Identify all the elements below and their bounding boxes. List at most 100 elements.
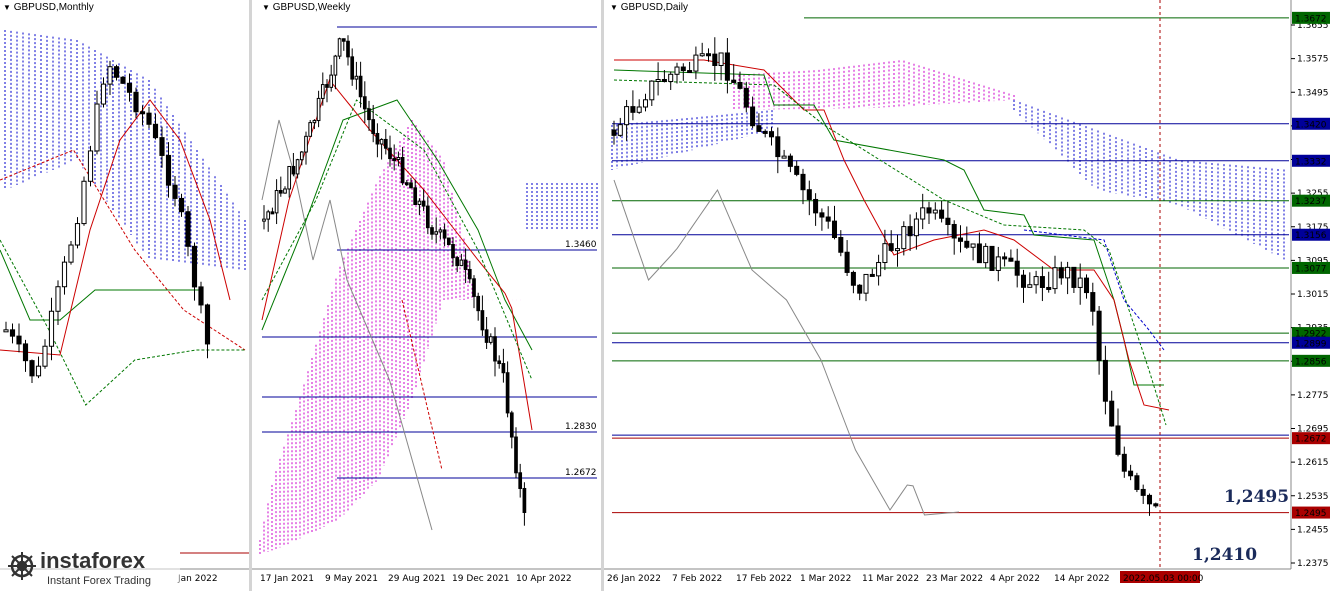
monthly-kijun: [0, 249, 200, 321]
daily-price-tick-label: 1.2775: [1297, 391, 1329, 401]
monthly-candle-bear: [178, 197, 185, 213]
weekly-candle-bull: [287, 165, 292, 190]
daily-candle-bear: [756, 125, 762, 132]
weekly-candle-bull: [354, 75, 359, 80]
monthly-candle-bear: [16, 335, 22, 345]
daily-price-tag-label: 1.3420: [1295, 120, 1327, 130]
daily-candle-bull: [863, 273, 869, 294]
daily-price-tag-label: 1.2672: [1295, 435, 1327, 445]
weekly-candle-bear: [388, 147, 392, 160]
daily-candle-bear: [926, 207, 932, 214]
daily-cursor-date-label: 2022.05.03 00:00: [1123, 574, 1204, 584]
weekly-candle-bear: [358, 75, 363, 98]
weekly-level-label: 1.2672: [565, 468, 597, 478]
weekly-candle-bear: [501, 363, 506, 374]
weekly-candle-bear: [451, 244, 455, 259]
weekly-candle-bear: [325, 84, 329, 88]
daily-price-tick-label: 1.3575: [1297, 55, 1329, 65]
monthly-chart: Jan 2022: [0, 30, 249, 584]
weekly-candle-bear: [497, 360, 502, 365]
daily-candle-bear: [1008, 257, 1014, 262]
monthly-candle-bear: [185, 211, 191, 247]
daily-candle-bull: [932, 209, 938, 214]
weekly-candle-bull: [266, 211, 271, 220]
daily-price-tag-label: 1.2495: [1295, 509, 1327, 519]
daily-candle-bear: [800, 173, 806, 191]
daily-candle-bear: [1109, 400, 1115, 427]
weekly-candle-bear: [493, 336, 497, 362]
monthly-candle-bull: [61, 261, 68, 288]
daily-panel[interactable]: 1.36551.35751.34951.34151.33351.32551.31…: [604, 0, 1331, 591]
daily-candle-bear: [731, 79, 737, 83]
monthly-candle-bear: [165, 154, 172, 186]
weekly-candle-bull: [312, 120, 317, 124]
weekly-candle-bull: [488, 336, 493, 343]
daily-candle-bear: [989, 245, 995, 271]
weekly-candle-bear: [509, 412, 514, 438]
daily-price-tick-label: 1.2615: [1297, 458, 1329, 468]
monthly-candle-bull: [42, 345, 48, 367]
daily-candle-bear: [630, 106, 636, 113]
weekly-candle-bull: [320, 84, 325, 99]
weekly-candle-bull: [438, 229, 443, 233]
weekly-candle-bear: [442, 229, 447, 239]
daily-candle-bear: [1096, 310, 1102, 361]
daily-candle-bear: [813, 198, 819, 214]
weekly-candle-bear: [463, 259, 468, 270]
weekly-candle-bull: [379, 138, 384, 145]
daily-candle-bull: [636, 106, 642, 113]
weekly-candle-bull: [299, 151, 304, 161]
daily-candle-bull: [920, 207, 926, 220]
weekly-candle-bear: [514, 436, 518, 474]
weekly-date-label: 10 Apr 2022: [516, 574, 572, 584]
daily-candle-bear: [1115, 425, 1121, 455]
weekly-level-label: 1.3460: [565, 240, 597, 250]
daily-candle-bear: [611, 129, 617, 136]
weekly-date-label: 29 Aug 2021: [388, 574, 446, 584]
daily-candle-bull: [674, 66, 680, 75]
daily-candle-bear: [724, 52, 730, 81]
weekly-candle-bear: [425, 205, 430, 229]
weekly-candle-bull: [337, 38, 342, 57]
daily-candle-bear: [857, 284, 863, 294]
weekly-candle-bull: [295, 159, 300, 175]
daily-candle-bear: [737, 81, 743, 89]
weekly-candle-bear: [346, 40, 350, 58]
daily-candle-bull: [699, 53, 705, 57]
daily-candle-bear: [1046, 286, 1052, 290]
monthly-candle-bull: [81, 180, 87, 225]
daily-candle-bull: [649, 80, 655, 101]
weekly-candle-bear: [480, 310, 485, 331]
daily-date-label: 26 Jan 2022: [607, 574, 661, 584]
monthly-candle-bull: [55, 286, 61, 312]
daily-candle-bear: [869, 273, 875, 277]
weekly-candle-bear: [367, 108, 371, 121]
weekly-candle-bull: [262, 218, 266, 222]
weekly-candle-bear: [341, 38, 346, 42]
weekly-candle-bear: [505, 372, 510, 414]
daily-candle-bear: [825, 216, 831, 222]
daily-candle-bull: [693, 54, 699, 72]
daily-candle-bull: [901, 226, 907, 250]
daily-candle-bear: [850, 271, 856, 286]
daily-candle-bear: [939, 209, 945, 219]
monthly-panel[interactable]: Jan 2022 ▼ GBPUSD,Monthly: [0, 0, 249, 591]
daily-candle-bull: [617, 124, 623, 136]
monthly-candle-bear: [159, 137, 165, 156]
daily-candle-bear: [680, 66, 686, 72]
weekly-panel[interactable]: 1.3460 1.2830 1.2672 17 Jan 2021 9 May 2021 2…: [252, 0, 601, 591]
daily-price-tag-label: 1.3077: [1295, 264, 1327, 274]
daily-candle-bull: [970, 243, 976, 248]
monthly-candle-bear: [172, 184, 178, 199]
daily-date-label: 23 Mar 2022: [926, 574, 983, 584]
monthly-candle-bull: [87, 150, 94, 182]
daily-candle-bear: [1140, 488, 1146, 496]
daily-candle-bear: [1121, 453, 1127, 472]
daily-candle-bear: [831, 220, 838, 239]
daily-price-tick-label: 1.3495: [1297, 88, 1329, 98]
daily-candle-bear: [705, 53, 712, 57]
daily-price-tag-label: 1.2899: [1295, 339, 1327, 349]
monthly-candle-bear: [152, 123, 159, 139]
daily-candle-bull: [655, 78, 661, 82]
daily-date-label: 17 Feb 2022: [736, 574, 792, 584]
